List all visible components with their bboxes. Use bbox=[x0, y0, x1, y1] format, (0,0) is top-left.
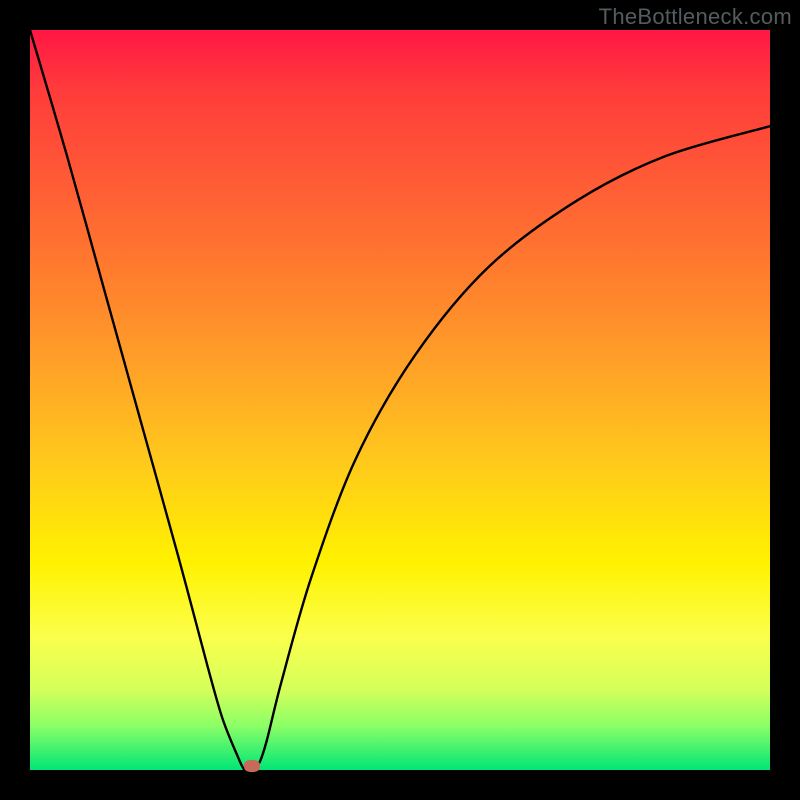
plot-area bbox=[30, 30, 770, 770]
curve-svg bbox=[30, 30, 770, 770]
watermark-text: TheBottleneck.com bbox=[599, 4, 792, 30]
minimum-marker bbox=[244, 760, 260, 772]
bottleneck-curve bbox=[30, 30, 770, 771]
chart-frame: TheBottleneck.com bbox=[0, 0, 800, 800]
